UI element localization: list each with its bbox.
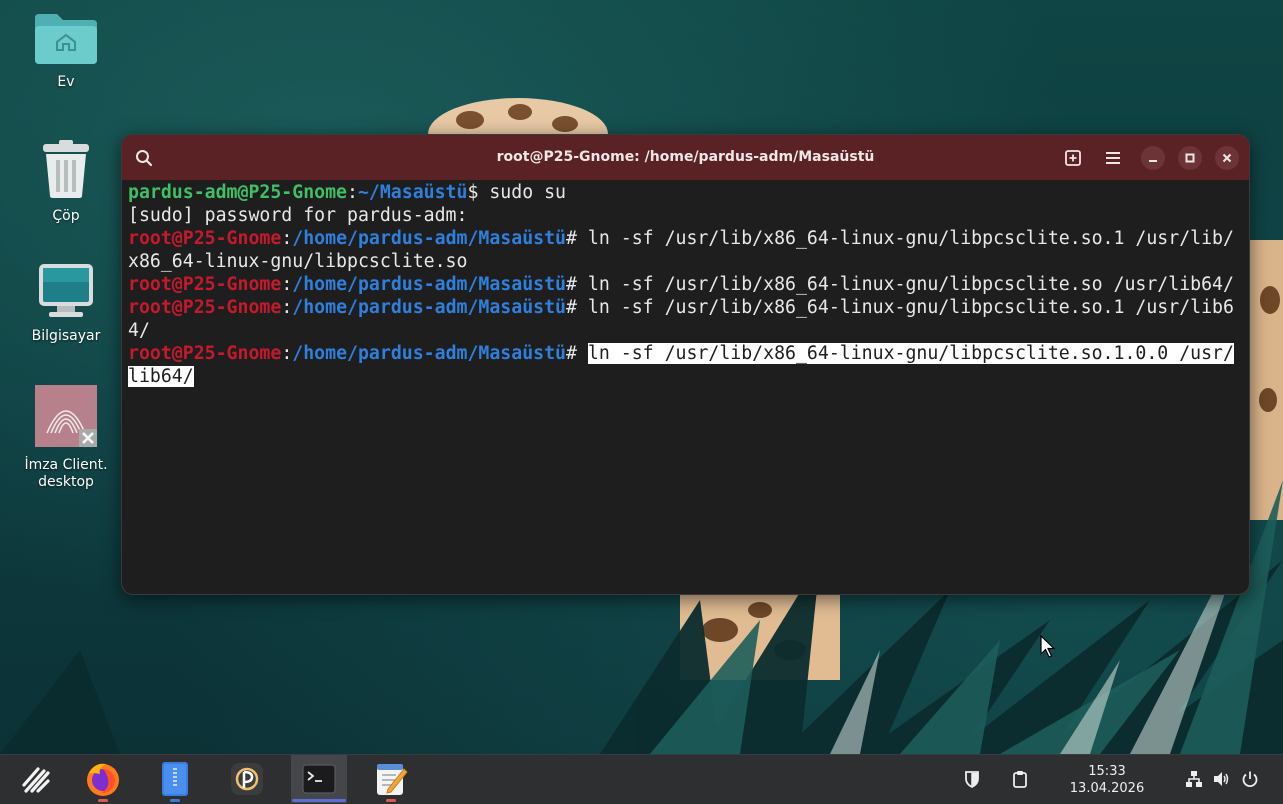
terminal-line: pardus-adm@P25-Gnome:~/Masaüstü$ sudo su xyxy=(128,181,1243,204)
prompt-user: pardus-adm@P25-Gnome xyxy=(128,182,347,203)
volume-icon xyxy=(1214,772,1229,786)
selected-command-text[interactable]: lib64/ xyxy=(128,366,194,387)
prompt-symbol: # xyxy=(566,274,588,295)
desktop-icon-label: Bilgisayar xyxy=(31,328,101,344)
terminal-icon xyxy=(302,764,336,794)
terminal-line: root@P25-Gnome:/home/pardus-adm/Masaüstü… xyxy=(128,273,1243,296)
power-icon xyxy=(1242,771,1258,788)
prompt-user: root@P25-Gnome xyxy=(128,228,282,249)
terminal-line: root@P25-Gnome:/home/pardus-adm/Masaüstü… xyxy=(128,227,1243,250)
prompt-symbol: $ xyxy=(467,182,490,203)
clipboard-icon xyxy=(1013,771,1027,788)
desktop-icon-trash[interactable]: Çöp xyxy=(11,140,121,225)
security-tray-button[interactable] xyxy=(962,769,982,789)
desktop-icon-label: Çöp xyxy=(52,208,80,224)
running-indicator xyxy=(98,799,108,802)
command-text: sudo su xyxy=(489,182,567,203)
selected-command-text[interactable]: ln -sf /usr/lib/x86_64-linux-gnu/libpcsc… xyxy=(587,343,1234,364)
home-folder-icon xyxy=(35,14,97,64)
command-text: ln -sf /usr/lib/x86_64-linux-gnu/libpcsc… xyxy=(587,274,1234,295)
prompt-path: /home/pardus-adm/Masaüstü xyxy=(292,343,567,364)
terminal-line: lib64/ xyxy=(128,365,1243,388)
power-tray-button[interactable] xyxy=(1240,769,1260,789)
text-editor-icon xyxy=(377,764,408,795)
taskbar-text-editor[interactable] xyxy=(363,755,419,803)
prompt-separator: : xyxy=(347,182,358,203)
terminal-window[interactable]: root@P25-Gnome: /home/pardus-adm/Masaüst… xyxy=(121,134,1250,595)
new-tab-button[interactable] xyxy=(1061,146,1085,170)
maximize-icon xyxy=(1185,153,1195,163)
desktop-icon-label: İmza Client. xyxy=(24,457,108,473)
desktop-icon-home[interactable]: Ev xyxy=(11,12,121,91)
taskbar-firefox[interactable] xyxy=(75,755,131,803)
shield-icon xyxy=(965,771,979,788)
taskbar-terminal[interactable] xyxy=(291,755,347,803)
terminal-line: 4/ xyxy=(128,320,150,341)
minimize-button[interactable] xyxy=(1141,146,1165,170)
terminal-line: root@P25-Gnome:/home/pardus-adm/Masaüstü… xyxy=(128,342,1243,365)
prompt-user: root@P25-Gnome xyxy=(128,274,282,295)
desktop-icon-label: Ev xyxy=(57,74,75,90)
terminal-line: x86_64-linux-gnu/libpcsclite.so xyxy=(128,251,468,272)
taskbar: 15:33 13.04.2026 xyxy=(0,754,1283,804)
terminal-output[interactable]: pardus-adm@P25-Gnome:~/Masaüstü$ sudo su… xyxy=(122,180,1249,388)
app-menu-button[interactable] xyxy=(8,755,64,803)
command-text: ln -sf /usr/lib/x86_64-linux-gnu/libpcsc… xyxy=(587,228,1234,249)
computer-icon xyxy=(39,264,93,317)
desktop-icon-label: desktop xyxy=(38,474,94,490)
close-icon xyxy=(1222,153,1232,163)
desktop-icon-imza-client[interactable]: İmza Client. desktop xyxy=(11,383,121,491)
prompt-path: ~/Masaüstü xyxy=(357,182,468,203)
running-indicator xyxy=(170,799,180,802)
trash-icon xyxy=(43,140,89,198)
firefox-icon xyxy=(87,763,119,796)
file-manager-icon xyxy=(162,762,188,796)
clock-date: 13.04.2026 xyxy=(1069,781,1145,796)
search-icon xyxy=(136,150,153,167)
pardus-app-icon xyxy=(231,763,263,795)
search-button[interactable] xyxy=(132,146,156,170)
prompt-path: /home/pardus-adm/Masaüstü xyxy=(292,297,567,318)
prompt-separator: : xyxy=(281,228,293,249)
taskbar-pardus-app[interactable] xyxy=(219,755,275,803)
new-tab-icon xyxy=(1065,150,1081,166)
prompt-symbol: # xyxy=(566,343,588,364)
prompt-separator: : xyxy=(281,343,293,364)
prompt-separator: : xyxy=(281,297,293,318)
terminal-line: [sudo] password for pardus-adm: xyxy=(128,205,468,226)
network-icon xyxy=(1186,771,1202,787)
hamburger-menu-icon xyxy=(1106,152,1120,164)
volume-tray-button[interactable] xyxy=(1211,769,1231,789)
clock[interactable]: 15:33 13.04.2026 xyxy=(1062,763,1152,797)
network-tray-button[interactable] xyxy=(1184,769,1204,789)
taskbar-files[interactable] xyxy=(147,755,203,803)
prompt-symbol: # xyxy=(566,297,588,318)
close-button[interactable] xyxy=(1215,146,1239,170)
prompt-path: /home/pardus-adm/Masaüstü xyxy=(292,228,567,249)
command-text: ln -sf /usr/lib/x86_64-linux-gnu/libpcsc… xyxy=(587,297,1234,318)
active-indicator xyxy=(292,799,346,802)
desktop-file-icon xyxy=(35,385,97,447)
desktop-icon-computer[interactable]: Bilgisayar xyxy=(11,262,121,345)
prompt-path: /home/pardus-adm/Masaüstü xyxy=(292,274,567,295)
maximize-button[interactable] xyxy=(1178,146,1202,170)
menu-button[interactable] xyxy=(1101,146,1125,170)
clipboard-tray-button[interactable] xyxy=(1010,769,1030,789)
mouse-cursor-icon xyxy=(1040,635,1056,658)
running-indicator xyxy=(386,799,396,802)
terminal-line: root@P25-Gnome:/home/pardus-adm/Masaüstü… xyxy=(128,296,1243,319)
pardus-menu-icon xyxy=(22,767,50,793)
prompt-user: root@P25-Gnome xyxy=(128,343,282,364)
clock-time: 15:33 xyxy=(1088,764,1126,779)
prompt-separator: : xyxy=(281,274,293,295)
terminal-titlebar[interactable]: root@P25-Gnome: /home/pardus-adm/Masaüst… xyxy=(122,135,1249,180)
prompt-symbol: # xyxy=(566,228,588,249)
minimize-icon xyxy=(1149,160,1157,162)
prompt-user: root@P25-Gnome xyxy=(128,297,282,318)
